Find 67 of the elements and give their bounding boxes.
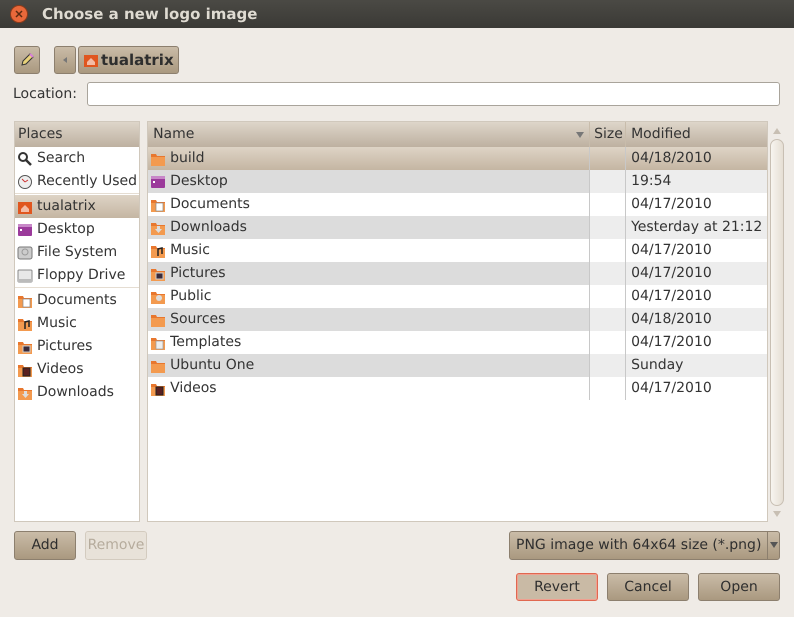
file-row[interactable]: Pictures 04/17/2010 bbox=[148, 262, 768, 285]
file-modified: 04/18/2010 bbox=[631, 149, 712, 168]
place-item[interactable]: File System bbox=[15, 241, 140, 264]
dialog-button[interactable]: Open bbox=[698, 573, 780, 601]
close-button[interactable] bbox=[10, 5, 28, 23]
file-row[interactable]: Downloads Yesterday at 21:12 bbox=[148, 216, 768, 239]
add-button[interactable]: Add bbox=[14, 530, 76, 560]
place-item[interactable]: Search bbox=[15, 147, 140, 170]
file-row[interactable]: Sources 04/18/2010 bbox=[148, 308, 768, 331]
column-header[interactable]: Modified bbox=[626, 122, 768, 147]
file-modified: Sunday bbox=[631, 356, 684, 375]
place-item[interactable]: Music bbox=[15, 312, 140, 335]
file-name: Desktop bbox=[170, 172, 228, 191]
file-name: Pictures bbox=[170, 264, 226, 283]
file-modified: 04/17/2010 bbox=[631, 195, 712, 214]
path-back-button[interactable] bbox=[54, 46, 76, 74]
place-item[interactable]: tualatrix bbox=[15, 195, 140, 218]
drive-icon bbox=[17, 244, 33, 260]
file-modified: 04/17/2010 bbox=[631, 333, 712, 352]
dialog-button[interactable]: Revert bbox=[516, 573, 598, 601]
place-item[interactable]: Documents bbox=[15, 289, 140, 312]
file-modified: 04/17/2010 bbox=[631, 379, 712, 398]
pencil-icon bbox=[19, 52, 35, 68]
location-field[interactable] bbox=[86, 82, 780, 106]
file-name: Music bbox=[170, 241, 210, 260]
drive-icon bbox=[17, 268, 33, 284]
file-modified: 19:54 bbox=[631, 172, 672, 191]
place-item[interactable]: Recently Used bbox=[15, 170, 140, 193]
place-item[interactable]: Downloads bbox=[15, 381, 140, 404]
file-modified: 04/17/2010 bbox=[631, 264, 712, 283]
scroll-down-icon bbox=[772, 510, 781, 518]
place-item[interactable]: Desktop bbox=[15, 218, 140, 241]
scroll-up-icon bbox=[772, 127, 781, 135]
file-name: Videos bbox=[170, 379, 217, 398]
location-label: Location: bbox=[13, 84, 77, 104]
search-icon bbox=[17, 150, 33, 166]
file-name: build bbox=[170, 149, 204, 168]
file-type-dropdown[interactable]: PNG image with 64x64 size (*.png) bbox=[509, 530, 780, 560]
file-modified: 04/17/2010 bbox=[631, 287, 712, 306]
edit-location-button[interactable] bbox=[14, 46, 40, 74]
desktop-icon bbox=[150, 174, 166, 190]
place-item[interactable]: Pictures bbox=[15, 335, 140, 358]
file-row[interactable]: Desktop 19:54 bbox=[148, 170, 768, 193]
path-button[interactable]: tualatrix bbox=[78, 46, 179, 74]
place-item[interactable]: Floppy Drive bbox=[15, 264, 140, 287]
close-icon bbox=[15, 10, 23, 18]
dialog-button[interactable]: Cancel bbox=[607, 573, 689, 601]
file-name: Ubuntu One bbox=[170, 356, 254, 375]
place-item[interactable]: Videos bbox=[15, 358, 140, 381]
file-name: Downloads bbox=[170, 218, 247, 237]
dropdown-arrow-icon bbox=[768, 540, 779, 550]
window-title: Choose a new logo image bbox=[42, 4, 258, 25]
file-name: Templates bbox=[170, 333, 242, 352]
desktop-icon bbox=[17, 222, 33, 238]
sort-icon bbox=[576, 130, 584, 138]
home-folder-icon bbox=[83, 52, 99, 68]
file-row[interactable]: Ubuntu One Sunday bbox=[148, 354, 768, 377]
places-header: Places bbox=[15, 122, 140, 147]
left-arrow-icon bbox=[61, 56, 69, 64]
file-modified: 04/17/2010 bbox=[631, 241, 712, 260]
file-name: Public bbox=[170, 287, 212, 306]
file-modified: 04/18/2010 bbox=[631, 310, 712, 329]
file-name: Sources bbox=[170, 310, 226, 329]
clock-icon bbox=[17, 174, 33, 190]
file-row[interactable]: build 04/18/2010 bbox=[148, 147, 768, 170]
file-modified: Yesterday at 21:12 bbox=[631, 218, 762, 237]
file-name: Documents bbox=[170, 195, 250, 214]
